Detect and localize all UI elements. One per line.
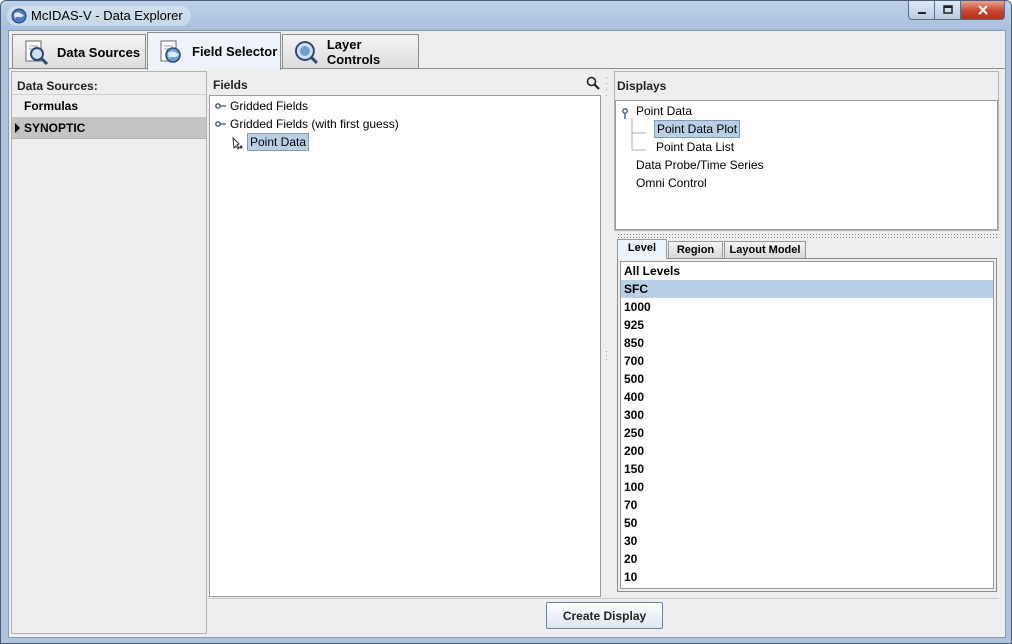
tab-layout-model[interactable]: Layout Model — [724, 241, 806, 258]
level-item[interactable]: 20 — [621, 550, 993, 568]
tree-node-label: Gridded Fields — [230, 99, 309, 113]
data-sources-icon — [25, 40, 49, 65]
level-item[interactable]: 30 — [621, 532, 993, 550]
level-item[interactable]: 1000 — [621, 298, 993, 316]
tab-region[interactable]: Region — [668, 241, 723, 258]
level-item[interactable]: 700 — [621, 352, 993, 370]
level-item[interactable]: 10 — [621, 568, 993, 586]
level-item[interactable]: 200 — [621, 442, 993, 460]
tab-field-selector-label: Field Selector — [192, 44, 278, 59]
level-item[interactable]: 100 — [621, 478, 993, 496]
layer-controls-icon — [294, 41, 318, 64]
tab-layer-controls-label: Layer Controls — [326, 37, 381, 67]
data-source-item-label: SYNOPTIC — [24, 121, 86, 135]
level-item[interactable]: 925 — [621, 316, 993, 334]
levels-panel: Level Region Layout Model All Levels SFC 1… — [614, 239, 999, 593]
create-display-button[interactable]: Create Display — [546, 602, 663, 629]
display-node-label: Point Data Plot — [654, 120, 741, 138]
display-node-label: Omni Control — [636, 176, 707, 190]
search-icon[interactable] — [586, 76, 600, 90]
display-item-point-data-list[interactable]: Point Data List — [656, 138, 734, 156]
fields-title: Fields — [213, 78, 248, 92]
data-sources-list: Formulas SYNOPTIC — [12, 94, 206, 633]
minimize-icon — [917, 12, 926, 14]
display-item-point-data-plot[interactable]: Point Data Plot — [654, 120, 741, 138]
displays-panel: Displays Point Data Point Data Plot Poin… — [614, 71, 999, 231]
tree-node-gridded-fields-first-guess[interactable]: Gridded Fields (with first guess) — [215, 115, 399, 133]
level-item[interactable]: 250 — [621, 424, 993, 442]
level-item[interactable]: 300 — [621, 406, 993, 424]
display-node-label: Point Data — [636, 104, 693, 118]
data-source-item-synoptic[interactable]: SYNOPTIC — [12, 117, 206, 139]
maximize-icon — [942, 5, 953, 14]
level-item[interactable]: 70 — [621, 496, 993, 514]
level-item[interactable]: 150 — [621, 460, 993, 478]
tab-data-sources[interactable]: Data Sources — [12, 34, 146, 69]
tab-field-selector[interactable]: Field Selector — [147, 32, 281, 70]
displays-title: Displays — [617, 79, 667, 93]
display-node-label: Data Probe/Time Series — [636, 158, 764, 172]
displays-tree: Point Data Point Data Plot Point Data Li… — [615, 100, 998, 230]
close-icon — [977, 5, 988, 15]
data-sources-panel: Data Sources: Formulas SYNOPTIC — [11, 71, 207, 634]
level-item[interactable]: 850 — [621, 334, 993, 352]
point-data-icon — [232, 136, 243, 150]
level-item[interactable]: All Levels — [621, 262, 993, 280]
display-item-omni-control[interactable]: Omni Control — [636, 174, 707, 192]
tree-handle-icon[interactable] — [215, 119, 227, 129]
display-node-point-data[interactable]: Point Data — [636, 102, 692, 120]
window-title: McIDAS-V - Data Explorer — [31, 8, 183, 23]
title-bar[interactable]: McIDAS-V - Data Explorer — [1, 1, 1011, 30]
display-node-label: Point Data List — [656, 140, 735, 154]
tree-node-label: Gridded Fields (with first guess) — [230, 117, 399, 131]
close-button[interactable] — [961, 1, 1005, 20]
maximize-button[interactable] — [935, 1, 961, 20]
level-item[interactable]: 500 — [621, 370, 993, 388]
vertical-splitter[interactable] — [603, 71, 613, 634]
main-tab-strip: Data Sources Field Selector Layer Contro… — [9, 31, 1005, 70]
tree-handle-icon[interactable] — [215, 101, 227, 111]
level-item[interactable]: 50 — [621, 514, 993, 532]
window-title-wrap: McIDAS-V - Data Explorer — [7, 6, 191, 26]
minimize-button[interactable] — [908, 1, 935, 20]
tab-level[interactable]: Level — [617, 239, 667, 259]
fields-tree: Gridded Fields Gridded Fields (with firs… — [209, 95, 601, 597]
fields-panel: Fields Gridded Fields Gridded Fields (wi… — [209, 71, 602, 599]
mcidas-globe-icon — [11, 8, 27, 24]
tree-node-gridded-fields[interactable]: Gridded Fields — [215, 97, 308, 115]
level-item[interactable]: SFC — [621, 280, 993, 298]
data-source-item-label: Formulas — [24, 99, 79, 113]
tree-node-label: Point Data — [247, 133, 310, 151]
tab-layer-controls[interactable]: Layer Controls — [282, 34, 419, 69]
button-bar-divider — [209, 598, 999, 599]
field-selector-icon — [160, 40, 181, 63]
display-item-data-probe-time-series[interactable]: Data Probe/Time Series — [636, 156, 764, 174]
level-item[interactable]: 400 — [621, 388, 993, 406]
tab-data-sources-label: Data Sources — [57, 44, 141, 60]
data-sources-header: Data Sources: — [17, 79, 98, 93]
data-explorer-window: McIDAS-V - Data Explorer Data Sources Fi… — [0, 0, 1012, 644]
tree-node-point-data[interactable]: Point Data — [230, 133, 310, 151]
expand-arrow-icon[interactable] — [15, 123, 20, 133]
levels-list[interactable]: All Levels SFC 1000 925 850 700 500 400 300 250 20… — [620, 261, 994, 589]
levels-tab-content: All Levels SFC 1000 925 850 700 500 400 300 250 20… — [617, 258, 997, 592]
main-client-area: Data Sources Field Selector Layer Contro… — [8, 30, 1006, 638]
data-source-item-formulas[interactable]: Formulas — [12, 95, 206, 117]
window-controls — [908, 1, 1005, 21]
